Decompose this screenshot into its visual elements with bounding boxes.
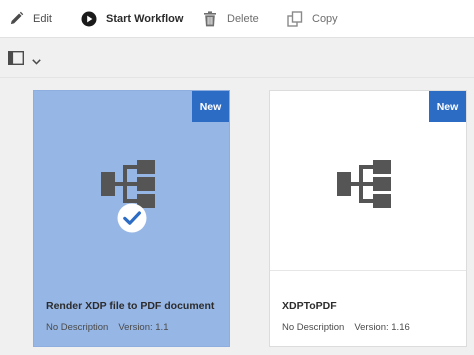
workflow-model-icon — [101, 160, 155, 208]
edit-button[interactable]: Edit — [8, 0, 52, 38]
card-version: Version: 1.16 — [354, 322, 410, 333]
trash-icon — [202, 10, 218, 27]
list-view-icon — [7, 50, 25, 70]
card-grid: New Render XDP file to PDF document No D… — [0, 79, 474, 355]
card-description: No Description — [46, 322, 109, 333]
copy-button[interactable]: Copy — [287, 0, 338, 38]
view-switcher[interactable] — [7, 50, 41, 70]
workflow-card[interactable]: New Render XDP file to PDF document No D… — [33, 90, 230, 347]
card-description: No Description — [282, 322, 345, 333]
copy-label: Copy — [312, 12, 338, 25]
start-workflow-label: Start Workflow — [106, 12, 184, 25]
play-circle-icon — [81, 11, 97, 27]
workflow-card[interactable]: New XDPToPDF No Description Version: 1.16 — [269, 90, 467, 347]
pencil-icon — [8, 11, 24, 27]
card-meta: No Description Version: 1.1 — [46, 322, 168, 333]
card-version: Version: 1.1 — [118, 322, 169, 333]
new-badge: New — [192, 91, 229, 122]
card-meta: No Description Version: 1.16 — [282, 322, 410, 333]
edit-label: Edit — [33, 12, 52, 25]
copy-icon — [287, 10, 303, 27]
new-badge: New — [429, 91, 466, 122]
delete-label: Delete — [227, 12, 259, 25]
chevron-down-icon — [32, 52, 41, 70]
checkmark-circle-icon — [117, 203, 147, 233]
workflow-model-icon — [337, 160, 391, 208]
card-title: Render XDP file to PDF document — [46, 300, 215, 312]
start-workflow-button[interactable]: Start Workflow — [81, 0, 183, 38]
card-title: XDPToPDF — [282, 300, 337, 312]
action-toolbar: Edit Start Workflow Delete Copy — [0, 0, 474, 38]
view-bar — [0, 38, 474, 78]
delete-button[interactable]: Delete — [202, 0, 259, 38]
